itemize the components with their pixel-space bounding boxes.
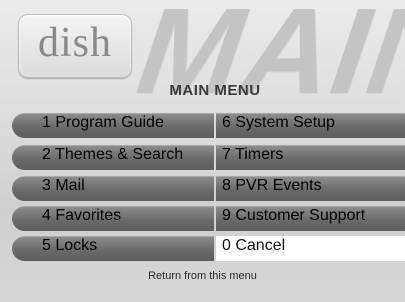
menu-item-program-guide[interactable]: 1 Program Guide xyxy=(12,113,214,138)
footer-hint: Return from this menu xyxy=(148,270,257,282)
menu-item-favorites[interactable]: 4 Favorites xyxy=(12,206,214,231)
menu-item-timers[interactable]: 7 Timers xyxy=(216,145,405,170)
menu-item-label: 9 Customer Support xyxy=(222,207,366,224)
menu-title: MAIN MENU xyxy=(169,82,261,99)
menu-item-label: 4 Favorites xyxy=(42,207,122,224)
menu-item-label: 3 Mail xyxy=(42,177,85,194)
menu-item-customer-support[interactable]: 9 Customer Support xyxy=(216,206,405,231)
menu-item-system-setup[interactable]: 6 System Setup xyxy=(216,113,405,138)
menu-item-label: 1 Program Guide xyxy=(42,114,164,131)
menu-item-label: 7 Timers xyxy=(222,146,284,163)
menu-item-locks[interactable]: 5 Locks xyxy=(12,236,214,261)
menu-item-label: 6 System Setup xyxy=(222,114,335,131)
menu-item-cancel[interactable]: 0 Cancel xyxy=(216,236,405,261)
menu-item-label: 8 PVR Events xyxy=(222,177,322,194)
menu-item-label: 0 Cancel xyxy=(222,237,286,254)
menu-item-mail[interactable]: 3 Mail xyxy=(12,176,214,201)
menu-item-themes-search[interactable]: 2 Themes & Search xyxy=(12,145,214,170)
menu-item-pvr-events[interactable]: 8 PVR Events xyxy=(216,176,405,201)
logo-text: dish xyxy=(37,20,112,66)
menu-item-label: 5 Locks xyxy=(42,237,98,254)
screen: MAIN dish MAIN MENU 1 Program Guide 6 Sy… xyxy=(0,0,405,302)
dish-logo: dish xyxy=(18,14,132,78)
menu-item-label: 2 Themes & Search xyxy=(42,146,184,163)
